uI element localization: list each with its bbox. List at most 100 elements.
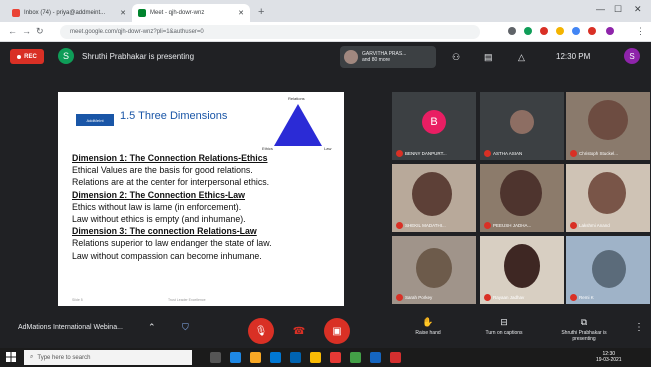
search-icon: ⌕ [30,354,34,360]
new-tab-button[interactable]: + [258,6,264,18]
extension-icon[interactable] [508,27,516,35]
app-icon[interactable] [350,352,361,363]
chrome-icon[interactable] [310,352,321,363]
taskbar-search[interactable]: ⌕ Type here to search [24,350,192,365]
participant-label: Christoph Stuckel... [570,150,618,157]
tab-meet[interactable]: Meet - qjh-dowr-wnz ✕ [132,4,250,22]
participant-label: ASTHA ASIAN [484,150,522,157]
slide-title: 1.5 Three Dimensions [120,110,228,122]
participant-name: PEEUSH JADHA... [493,223,532,228]
tab-label: Meet - qjh-dowr-wnz [150,10,205,16]
store-icon[interactable] [270,352,281,363]
taskbar-date: 19-03-2021 [596,357,622,363]
slide-line: Dimension 1: The Connection Relations-Et… [72,153,268,163]
tab-gmail[interactable]: Inbox (74) - priya@addmeint... ✕ [6,4,132,22]
close-window-icon[interactable]: ✕ [634,4,642,15]
mic-off-icon [396,150,403,157]
reload-icon[interactable]: ↻ [36,26,44,37]
extension-icon[interactable] [556,27,564,35]
user-avatar[interactable]: S [624,48,640,64]
slide-line: Law without compassion can become inhuma… [72,250,262,261]
mic-toggle-button[interactable]: 🎙 [248,318,274,344]
participant-video [588,100,628,140]
participant-tile[interactable]: B BENNY DANPURT... [392,92,476,160]
captions-button[interactable]: ⊟ Turn on captions [474,317,534,336]
participant-video [588,172,626,214]
activities-icon[interactable]: △ [518,52,525,63]
captions-icon: ⊟ [500,317,508,327]
participant-name: Remi K [579,295,594,300]
url-field[interactable]: meet.google.com/qjh-dowr-wnz?pli=1&authu… [60,25,480,39]
profile-icon[interactable] [606,27,614,35]
participant-tile[interactable]: Lakshmi Anand [566,164,650,232]
meeting-title[interactable]: AdMations International Webina... [18,324,123,331]
slide-logo: AddMeInt [76,114,114,126]
address-bar: ← → ↻ meet.google.com/qjh-dowr-wnz?pli=1… [0,22,651,42]
participant-tile[interactable]: Christoph Stuckel... [566,92,650,160]
present-screen-icon: ⧉ [580,317,588,327]
extension-icon[interactable] [572,27,580,35]
edge-icon[interactable] [230,352,241,363]
forward-icon[interactable]: → [22,26,31,36]
chat-icon[interactable]: ▤ [484,52,493,63]
mic-off-icon [570,150,577,157]
participant-tile[interactable]: Remi K [566,236,650,304]
participant-label: Sarah Porkey [396,294,432,301]
app-icon[interactable] [330,352,341,363]
extension-icon[interactable] [540,27,548,35]
windows-taskbar: ⌕ Type here to search 12:30 19-03-2021 [0,348,651,367]
presentation-slide: AddMeInt 1.5 Three Dimensions Relations … [58,92,344,306]
participant-summary[interactable]: GARVITHA PRAS... and 80 more [340,46,436,68]
minimize-icon[interactable]: — [596,4,605,14]
participant-summary-text: GARVITHA PRAS... and 80 more [362,51,406,63]
explorer-icon[interactable] [250,352,261,363]
extension-icon[interactable] [588,27,596,35]
presenting-button[interactable]: ⧉ Shruthi Prabhakar is presenting [554,317,614,342]
hand-icon: ✋ [422,317,434,327]
app-icon[interactable] [390,352,401,363]
tab-label: Inbox (74) - priya@addmeint... [24,10,106,16]
participant-name: SHEKIL MADATHI... [405,223,446,228]
windows-start-icon[interactable] [6,352,16,362]
captions-label: Turn on captions [485,330,523,336]
mic-off-icon [484,150,491,157]
task-view-icon[interactable] [210,352,221,363]
triangle-shape [274,104,322,146]
slide-line: Ethical Values are the basis for good re… [72,165,253,176]
app-icon[interactable] [370,352,381,363]
slide-line: Relations are at the center for interper… [72,177,270,188]
close-icon[interactable]: ✕ [120,9,126,17]
phone-hangup-icon: ☎ [292,325,306,337]
shield-icon[interactable]: ⛉ [182,322,189,333]
gmail-icon [12,9,20,17]
slide-line: Law without ethics is empty (and inhuman… [72,214,246,225]
slide-footer-left: Slide 5 [72,298,83,302]
extension-icon[interactable] [524,27,532,35]
participant-name: ASTHA ASIAN [493,151,523,156]
participant-tile[interactable]: Sarah Porkey [392,236,476,304]
participant-tile[interactable]: SHEKIL MADATHI... [392,164,476,232]
maximize-icon[interactable]: ☐ [614,4,622,15]
raise-hand-label: Raise hand [415,330,441,336]
end-call-button[interactable]: ☎ [286,318,312,344]
raise-hand-button[interactable]: ✋ Raise hand [398,317,458,336]
menu-icon[interactable]: ⋮ [636,26,645,37]
back-icon[interactable]: ← [8,26,17,36]
participant-tile[interactable]: ASTHA ASIAN [480,92,564,160]
triangle-label-top: Relations [288,96,305,101]
more-options-icon[interactable]: ⋮ [634,322,644,333]
triangle-label-right: Law [324,146,332,151]
mail-icon[interactable] [290,352,301,363]
meeting-stage: AddMeInt 1.5 Three Dimensions Relations … [0,72,651,310]
participant-label: Remi K [570,294,594,301]
participant-tile[interactable]: PEEUSH JADHA... [480,164,564,232]
participant-tile[interactable]: Rayaan Jadhav [480,236,564,304]
close-icon[interactable]: ✕ [238,9,244,17]
system-clock[interactable]: 12:30 19-03-2021 [596,351,622,363]
meeting-controls: AdMations International Webina... ⌃ ⛉ 🎙 … [0,310,651,348]
camera-toggle-button[interactable]: ▣ [324,318,350,344]
meet-icon [138,9,146,17]
chevron-up-icon[interactable]: ⌃ [148,322,156,333]
meeting-clock: 12:30 PM [556,52,591,61]
people-icon[interactable]: ⚇ [452,52,460,63]
